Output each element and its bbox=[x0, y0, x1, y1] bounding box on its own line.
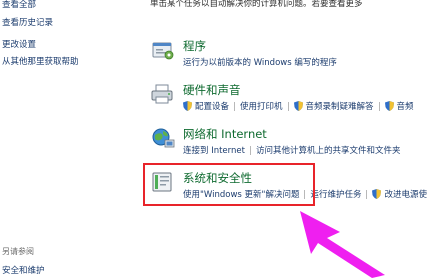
pointer-arrow-icon bbox=[300, 211, 385, 278]
